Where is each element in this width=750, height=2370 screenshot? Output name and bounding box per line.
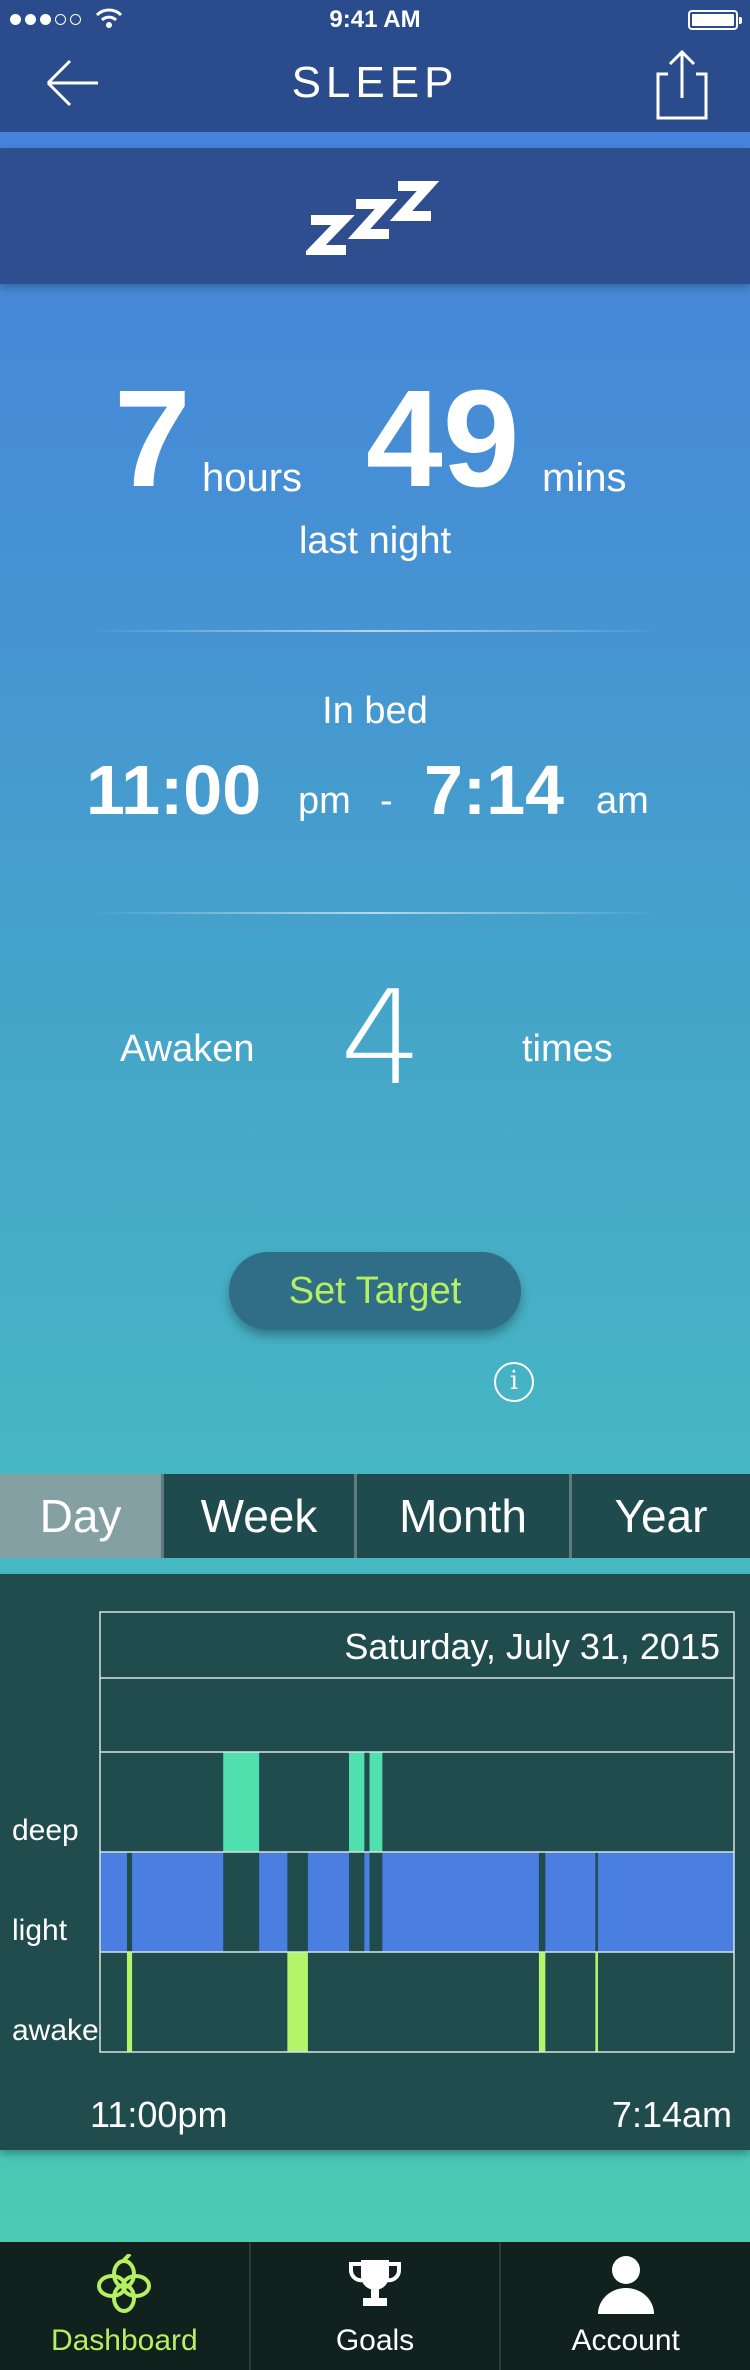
bed-end-time: 7:14: [424, 751, 565, 829]
tabbar-account[interactable]: Account: [501, 2242, 750, 2370]
in-bed-label: In bed: [322, 690, 428, 732]
sleep-segment-light: [545, 1852, 596, 1952]
row-label-awake: awake: [12, 2014, 99, 2047]
sleep-segment-light: [364, 1852, 370, 1952]
battery-icon: [688, 10, 742, 30]
duration-mins-unit: mins: [542, 456, 627, 500]
row-label-light: light: [12, 1914, 68, 1947]
trophy-icon: [349, 2260, 401, 2306]
sleep-banner: [0, 148, 750, 284]
awaken-count: 4: [340, 962, 423, 1114]
sleep-segment-light: [100, 1852, 127, 1952]
bed-start-period: pm: [298, 780, 351, 822]
bottom-tab-bar: Dashboard Goals Account: [0, 2242, 750, 2370]
sleep-segment-light: [307, 1852, 349, 1952]
info-icon[interactable]: i: [494, 1362, 534, 1402]
duration-hours: 7: [114, 362, 191, 516]
share-icon[interactable]: [650, 44, 720, 124]
duration-caption: last night: [298, 520, 452, 562]
divider: [90, 630, 660, 632]
sleep-segment-light: [259, 1852, 288, 1952]
sleep-segment-awake: [287, 1952, 308, 2052]
status-bar: 9:41 AM: [0, 0, 750, 40]
sleep-segment-awake: [595, 1952, 598, 2052]
sleep-segment-deep: [223, 1752, 260, 1852]
duration-mins: 49: [366, 362, 520, 516]
sleep-segment-awake: [538, 1952, 546, 2052]
bed-end-period: am: [596, 780, 649, 822]
nav-bar: SLEEP: [0, 40, 750, 132]
tabbar-dashboard[interactable]: Dashboard: [0, 2242, 251, 2370]
sleep-segment-awake: [126, 1952, 133, 2052]
bed-start-time: 11:00: [86, 751, 262, 829]
zzz-icon: [306, 181, 440, 255]
tab-week[interactable]: Week: [164, 1474, 357, 1558]
tab-day[interactable]: Day: [0, 1474, 164, 1558]
divider: [90, 912, 660, 914]
awaken-suffix: times: [522, 1028, 613, 1070]
person-icon: [597, 2256, 654, 2314]
header-accent-strip: [0, 132, 750, 148]
awaken-label: Awaken: [120, 1028, 255, 1070]
sleep-segment-light: [382, 1852, 539, 1952]
sleep-duration: 7 hours 49 mins: [0, 370, 750, 510]
tabbar-goals[interactable]: Goals: [251, 2242, 502, 2370]
sleep-segment-deep: [369, 1752, 383, 1852]
sleep-segment-light: [597, 1852, 734, 1952]
tabbar-label-dashboard: Dashboard: [50, 2324, 198, 2357]
tabbar-label-account: Account: [571, 2324, 680, 2357]
dashboard-icon: [97, 2254, 152, 2313]
period-tabs: Day Week Month Year: [0, 1474, 750, 1558]
status-time: 9:41 AM: [329, 6, 421, 33]
tabbar-label-goals: Goals: [335, 2324, 415, 2357]
sleep-segment-deep: [348, 1752, 365, 1852]
page-title: SLEEP: [291, 58, 459, 107]
x-axis-end-label: 7:14am: [611, 2094, 732, 2135]
chart-date: Saturday, July 31, 2015: [344, 1626, 720, 1667]
awaken-count-row: Awaken 4 times: [0, 970, 750, 1110]
x-axis-start-label: 11:00pm: [90, 2094, 228, 2135]
set-target-button[interactable]: Set Target: [229, 1252, 521, 1330]
in-bed-times: 11:00 pm - 7:14 am: [0, 750, 750, 830]
sleep-chart: Saturday, July 31, 2015 deep light awake…: [0, 1574, 750, 2150]
tab-month[interactable]: Month: [357, 1474, 572, 1558]
sleep-segment-light: [132, 1852, 224, 1952]
tab-year[interactable]: Year: [572, 1474, 750, 1558]
time-separator: -: [380, 780, 393, 822]
duration-hours-unit: hours: [202, 456, 303, 500]
row-label-deep: deep: [12, 1814, 79, 1847]
